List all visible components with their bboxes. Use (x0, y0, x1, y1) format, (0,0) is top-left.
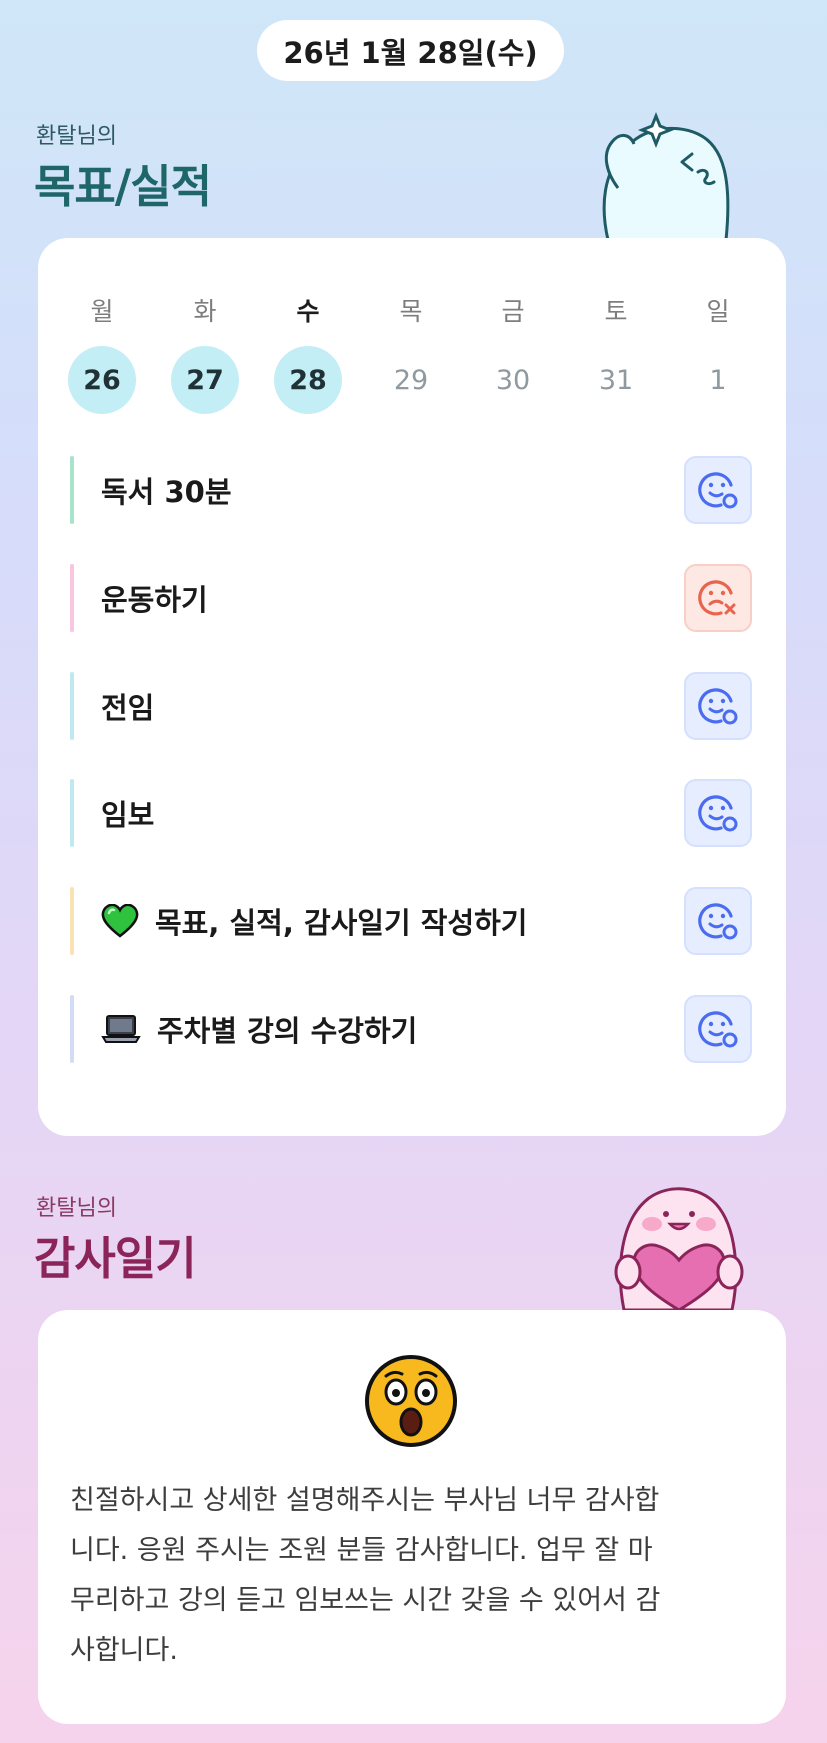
goal-color-bar (70, 456, 74, 524)
weekday-thu: 목 (399, 297, 423, 326)
weekday-tue: 화 (193, 297, 217, 326)
smile-check-icon (698, 795, 738, 832)
gratitude-diary-card: 친절하시고 상세한 설명해주시는 부사님 너무 감사합 니다. 응원 주시는 조… (38, 1310, 786, 1724)
heart-mascot-illustration (614, 1187, 744, 1310)
goal-color-bar (70, 672, 74, 740)
laptop-icon (101, 1014, 141, 1044)
goal-status-button[interactable] (684, 779, 752, 847)
weekday-sat: 토 (604, 297, 628, 326)
smile-check-icon (698, 1011, 738, 1048)
goal-status-button[interactable] (684, 672, 752, 740)
astonished-face-icon (365, 1355, 457, 1447)
smile-check-icon (698, 688, 738, 725)
goal-label: 임보 (101, 798, 155, 832)
goal-item: 목표, 실적, 감사일기 작성하기 (70, 887, 760, 959)
date-1[interactable]: 1 (684, 346, 752, 414)
goal-item: 운동하기 (70, 564, 760, 636)
date-27[interactable]: 27 (171, 346, 239, 414)
sad-x-icon (698, 580, 736, 616)
diary-owner-label: 환탈님의 (36, 1196, 117, 1221)
diary-section-title: 감사일기 (34, 1232, 197, 1285)
goal-status-button[interactable] (684, 995, 752, 1063)
date-26[interactable]: 26 (68, 346, 136, 414)
goal-label: 전임 (101, 691, 155, 725)
goal-label: 독서 30분 (101, 475, 232, 509)
weekday-wed: 수 (296, 297, 320, 326)
diary-text: 친절하시고 상세한 설명해주시는 부사님 너무 감사합 니다. 응원 주시는 조… (70, 1476, 760, 1676)
goal-label: 주차별 강의 수강하기 (101, 995, 417, 1063)
goal-item: 주차별 강의 수강하기 (70, 995, 760, 1067)
goal-item: 임보 (70, 779, 760, 851)
goals-section-title: 목표/실적 (34, 160, 212, 213)
diary-line: 친절하시고 상세한 설명해주시는 부사님 너무 감사합 (70, 1485, 660, 1516)
date-28[interactable]: 28 (274, 346, 342, 414)
goal-status-button[interactable] (684, 456, 752, 524)
goal-item: 독서 30분 (70, 456, 760, 528)
goal-status-button[interactable] (684, 564, 752, 632)
goal-item: 전임 (70, 672, 760, 744)
goal-color-bar (70, 995, 74, 1063)
diary-line: 사합니다. (70, 1635, 178, 1666)
goal-color-bar (70, 779, 74, 847)
goals-card: 월 화 수 목 금 토 일 26 27 28 29 30 31 1 독서 30분… (38, 238, 786, 1136)
diary-line: 무리하고 강의 듣고 임보쓰는 시간 갖을 수 있어서 감 (70, 1585, 661, 1616)
date-31[interactable]: 31 (582, 346, 650, 414)
weekday-fri: 금 (501, 297, 525, 326)
weekday-mon: 월 (90, 297, 114, 326)
goal-status-button[interactable] (684, 887, 752, 955)
ghost-mascot-illustration (602, 111, 730, 240)
date-29[interactable]: 29 (377, 346, 445, 414)
diary-line: 니다. 응원 주시는 조원 분들 감사합니다. 업무 잘 마 (70, 1535, 653, 1566)
goals-owner-label: 환탈님의 (36, 124, 117, 149)
date-30[interactable]: 30 (479, 346, 547, 414)
date-pill[interactable]: 26년 1월 28일(수) (257, 20, 564, 81)
weekday-sun: 일 (706, 297, 730, 326)
goal-label: 운동하기 (101, 583, 208, 617)
goal-label: 목표, 실적, 감사일기 작성하기 (101, 887, 527, 955)
green-heart-icon (101, 904, 139, 938)
goal-color-bar (70, 887, 74, 955)
goal-color-bar (70, 564, 74, 632)
smile-check-icon (698, 472, 738, 509)
smile-check-icon (698, 903, 738, 940)
